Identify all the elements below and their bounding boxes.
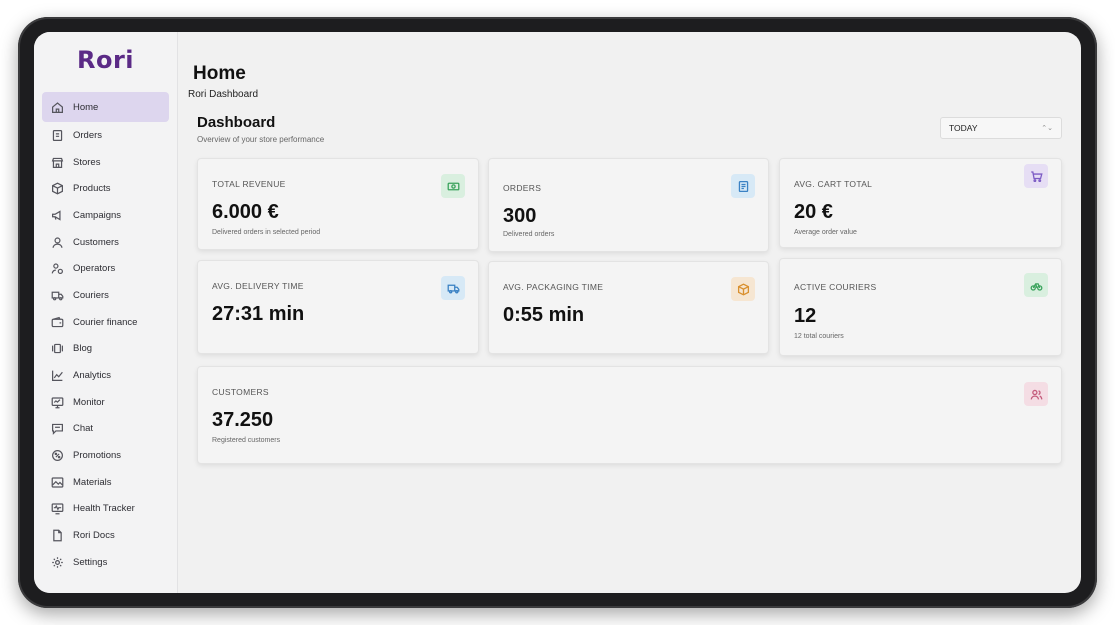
megaphone-icon: [50, 208, 64, 222]
sidebar-item-settings[interactable]: Settings: [34, 549, 177, 576]
sidebar-item-label: Monitor: [73, 396, 105, 408]
card-active-couriers: ACTIVE COURIERS 12 12 total couriers: [779, 258, 1062, 356]
image-icon: [50, 475, 64, 489]
card-value: 12: [794, 305, 817, 327]
card-label: ACTIVE COURIERS: [794, 282, 877, 292]
card-value: 37.250: [212, 409, 274, 431]
sidebar-item-label: Promotions: [73, 450, 122, 462]
card-avg-packaging-time: AVG. PACKAGING TIME 0:55 min: [488, 261, 769, 354]
blog-icon: [50, 342, 64, 356]
sidebar: Rori Home Orders Stores Products Campaig…: [34, 32, 178, 593]
truck-icon: [50, 288, 64, 302]
sidebar-item-health-tracker[interactable]: Health Tracker: [34, 496, 177, 523]
sidebar-item-couriers[interactable]: Couriers: [34, 282, 177, 309]
sidebar-item-label: Chat: [73, 423, 94, 435]
bike-icon: [1024, 273, 1048, 297]
card-customers: CUSTOMERS 37.250 Registered customers: [197, 366, 1062, 464]
card-label: AVG. PACKAGING TIME: [503, 282, 604, 292]
sidebar-item-label: Rori Docs: [73, 530, 115, 542]
sidebar-item-blog[interactable]: Blog: [34, 336, 177, 363]
docs-icon: [50, 529, 64, 543]
sidebar-item-rori-docs[interactable]: Rori Docs: [34, 522, 177, 549]
users-icon: [1024, 382, 1048, 406]
sidebar-item-promotions[interactable]: Promotions: [34, 442, 177, 469]
sidebar-item-label: Couriers: [73, 289, 109, 301]
operator-icon: [50, 262, 64, 276]
sidebar-item-campaigns[interactable]: Campaigns: [34, 202, 177, 229]
card-label: CUSTOMERS: [212, 387, 269, 397]
card-subtext: 12 total couriers: [794, 333, 844, 340]
sidebar-item-products[interactable]: Products: [34, 175, 177, 202]
card-label: AVG. DELIVERY TIME: [212, 281, 304, 291]
sidebar-item-materials[interactable]: Materials: [34, 469, 177, 496]
card-label: TOTAL REVENUE: [212, 179, 286, 189]
sidebar-item-label: Campaigns: [73, 209, 122, 221]
user-icon: [50, 235, 64, 249]
sidebar-item-label: Analytics: [73, 370, 112, 382]
sidebar-item-label: Courier finance: [73, 316, 138, 328]
sidebar-item-home[interactable]: Home: [42, 92, 169, 122]
card-value: 300: [503, 205, 537, 227]
card-subtext: Delivered orders: [503, 231, 555, 238]
sidebar-item-label: Blog: [73, 343, 93, 355]
wallet-icon: [50, 315, 64, 329]
sidebar-item-label: Materials: [73, 476, 112, 488]
gear-icon: [50, 555, 64, 569]
period-select-value: TODAY: [949, 123, 978, 133]
receipt-icon: [731, 174, 755, 198]
cart-icon: [1024, 164, 1048, 188]
health-icon: [50, 502, 64, 516]
card-value: 20 €: [794, 201, 833, 223]
breadcrumb[interactable]: Rori Dashboard: [188, 89, 258, 100]
sidebar-item-label: Home: [73, 101, 99, 113]
sidebar-nav: Home Orders Stores Products Campaigns Cu…: [34, 92, 177, 576]
chevron-up-down-icon: ⌃⌄: [1041, 125, 1053, 132]
package-icon: [731, 277, 755, 301]
main-content: Home Rori Dashboard Dashboard Overview o…: [179, 32, 1081, 593]
card-label: ORDERS: [503, 183, 542, 193]
card-orders: ORDERS 300 Delivered orders: [488, 158, 769, 252]
sidebar-item-chat[interactable]: Chat: [34, 416, 177, 443]
orders-icon: [50, 128, 64, 142]
box-icon: [50, 182, 64, 196]
analytics-icon: [50, 369, 64, 383]
truck-icon: [441, 276, 465, 300]
sidebar-item-operators[interactable]: Operators: [34, 255, 177, 282]
page-title: Home: [193, 63, 246, 84]
sidebar-item-label: Operators: [73, 263, 116, 275]
dashboard-title: Dashboard: [197, 114, 276, 131]
promotion-icon: [50, 449, 64, 463]
dashboard-subtitle: Overview of your store performance: [197, 135, 325, 144]
card-value: 27:31 min: [212, 303, 305, 325]
card-value: 6.000 €: [212, 201, 279, 223]
monitor-icon: [50, 395, 64, 409]
sidebar-item-courier-finance[interactable]: Courier finance: [34, 309, 177, 336]
card-avg-cart-total: AVG. CART TOTAL 20 € Average order value: [779, 158, 1062, 248]
sidebar-item-label: Orders: [73, 129, 103, 141]
sidebar-item-customers[interactable]: Customers: [34, 229, 177, 256]
card-subtext: Average order value: [794, 229, 857, 236]
sidebar-item-label: Customers: [73, 236, 119, 248]
card-total-revenue: TOTAL REVENUE 6.000 € Delivered orders i…: [197, 158, 479, 250]
sidebar-item-stores[interactable]: Stores: [34, 149, 177, 176]
sidebar-item-label: Settings: [73, 556, 108, 568]
money-icon: [441, 174, 465, 198]
sidebar-item-label: Stores: [73, 156, 101, 168]
chat-icon: [50, 422, 64, 436]
card-label: AVG. CART TOTAL: [794, 179, 873, 189]
store-icon: [50, 155, 64, 169]
card-avg-delivery-time: AVG. DELIVERY TIME 27:31 min: [197, 260, 479, 354]
card-subtext: Delivered orders in selected period: [212, 229, 321, 236]
period-select[interactable]: TODAY ⌃⌄: [940, 117, 1062, 139]
sidebar-item-label: Products: [73, 183, 111, 195]
sidebar-item-orders[interactable]: Orders: [34, 122, 177, 149]
app-logo[interactable]: Rori: [34, 32, 177, 78]
card-subtext: Registered customers: [212, 437, 281, 444]
home-icon: [50, 100, 64, 114]
card-value: 0:55 min: [503, 304, 585, 326]
sidebar-item-analytics[interactable]: Analytics: [34, 362, 177, 389]
sidebar-item-monitor[interactable]: Monitor: [34, 389, 177, 416]
app-screen: Rori Home Orders Stores Products Campaig…: [34, 32, 1081, 593]
sidebar-item-label: Health Tracker: [73, 503, 135, 515]
